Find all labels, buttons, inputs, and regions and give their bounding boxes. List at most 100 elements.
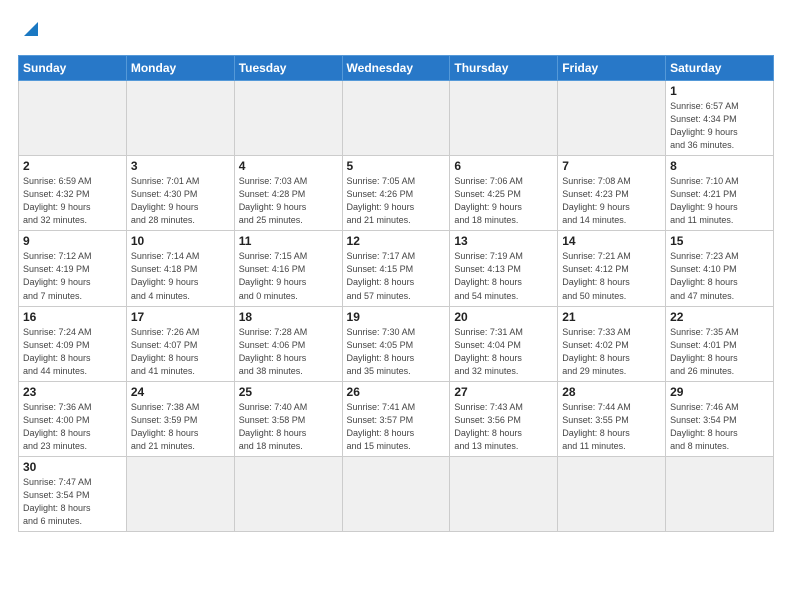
col-header-wednesday: Wednesday — [342, 56, 450, 81]
day-number: 3 — [131, 159, 230, 173]
day-info: Sunrise: 7:36 AMSunset: 4:00 PMDaylight:… — [23, 401, 122, 453]
day-number: 23 — [23, 385, 122, 399]
calendar-cell: 8 Sunrise: 7:10 AMSunset: 4:21 PMDaylight… — [666, 156, 774, 231]
calendar-cell — [558, 456, 666, 531]
day-number: 11 — [239, 234, 338, 248]
day-number: 1 — [670, 84, 769, 98]
day-info: Sunrise: 7:26 AMSunset: 4:07 PMDaylight:… — [131, 326, 230, 378]
calendar-cell: 13 Sunrise: 7:19 AMSunset: 4:13 PMDayligh… — [450, 231, 558, 306]
calendar-cell: 6Sunrise: 7:06 AMSunset: 4:25 PMDaylight… — [450, 156, 558, 231]
header — [18, 18, 774, 47]
day-number: 19 — [347, 310, 446, 324]
day-number: 18 — [239, 310, 338, 324]
day-info: Sunrise: 7:01 AMSunset: 4:30 PMDaylight:… — [131, 175, 230, 227]
calendar-header-row: SundayMondayTuesdayWednesdayThursdayFrid… — [19, 56, 774, 81]
day-info: Sunrise: 7:15 AMSunset: 4:16 PMDaylight:… — [239, 250, 338, 302]
calendar-cell: 2 Sunrise: 6:59 AMSunset: 4:32 PMDaylight… — [19, 156, 127, 231]
day-info: Sunrise: 7:05 AMSunset: 4:26 PMDaylight:… — [347, 175, 446, 227]
calendar-week-row: 30 Sunrise: 7:47 AMSunset: 3:54 PMDayligh… — [19, 456, 774, 531]
calendar-cell — [666, 456, 774, 531]
calendar-cell: 22Sunrise: 7:35 AMSunset: 4:01 PMDayligh… — [666, 306, 774, 381]
calendar-cell: 9Sunrise: 7:12 AMSunset: 4:19 PMDaylight… — [19, 231, 127, 306]
day-number: 4 — [239, 159, 338, 173]
day-info: Sunrise: 7:12 AMSunset: 4:19 PMDaylight:… — [23, 250, 122, 302]
calendar-cell: 14 Sunrise: 7:21 AMSunset: 4:12 PMDayligh… — [558, 231, 666, 306]
calendar-week-row: 1 Sunrise: 6:57 AMSunset: 4:34 PMDaylight… — [19, 81, 774, 156]
calendar-cell — [19, 81, 127, 156]
day-number: 13 — [454, 234, 553, 248]
calendar-cell: 15Sunrise: 7:23 AMSunset: 4:10 PMDayligh… — [666, 231, 774, 306]
calendar-cell: 25 Sunrise: 7:40 AMSunset: 3:58 PMDayligh… — [234, 381, 342, 456]
day-number: 16 — [23, 310, 122, 324]
day-number: 30 — [23, 460, 122, 474]
day-number: 27 — [454, 385, 553, 399]
day-info: Sunrise: 7:28 AMSunset: 4:06 PMDaylight:… — [239, 326, 338, 378]
calendar-week-row: 16 Sunrise: 7:24 AMSunset: 4:09 PMDayligh… — [19, 306, 774, 381]
calendar-cell: 21Sunrise: 7:33 AMSunset: 4:02 PMDayligh… — [558, 306, 666, 381]
day-info: Sunrise: 6:59 AMSunset: 4:32 PMDaylight:… — [23, 175, 122, 227]
day-info: Sunrise: 7:14 AMSunset: 4:18 PMDaylight:… — [131, 250, 230, 302]
col-header-sunday: Sunday — [19, 56, 127, 81]
calendar-cell — [234, 456, 342, 531]
day-number: 7 — [562, 159, 661, 173]
day-info: Sunrise: 6:57 AMSunset: 4:34 PMDaylight:… — [670, 100, 769, 152]
calendar-cell — [234, 81, 342, 156]
col-header-friday: Friday — [558, 56, 666, 81]
calendar-week-row: 23 Sunrise: 7:36 AMSunset: 4:00 PMDayligh… — [19, 381, 774, 456]
calendar-cell: 30 Sunrise: 7:47 AMSunset: 3:54 PMDayligh… — [19, 456, 127, 531]
day-number: 14 — [562, 234, 661, 248]
day-info: Sunrise: 7:23 AMSunset: 4:10 PMDaylight:… — [670, 250, 769, 302]
calendar-cell: 4Sunrise: 7:03 AMSunset: 4:28 PMDaylight… — [234, 156, 342, 231]
day-info: Sunrise: 7:41 AMSunset: 3:57 PMDaylight:… — [347, 401, 446, 453]
day-number: 29 — [670, 385, 769, 399]
day-info: Sunrise: 7:44 AMSunset: 3:55 PMDaylight:… — [562, 401, 661, 453]
calendar-cell — [558, 81, 666, 156]
day-info: Sunrise: 7:24 AMSunset: 4:09 PMDaylight:… — [23, 326, 122, 378]
calendar-cell: 20Sunrise: 7:31 AMSunset: 4:04 PMDayligh… — [450, 306, 558, 381]
day-info: Sunrise: 7:38 AMSunset: 3:59 PMDaylight:… — [131, 401, 230, 453]
day-number: 28 — [562, 385, 661, 399]
calendar-cell: 12Sunrise: 7:17 AMSunset: 4:15 PMDayligh… — [342, 231, 450, 306]
calendar-cell: 11 Sunrise: 7:15 AMSunset: 4:16 PMDayligh… — [234, 231, 342, 306]
day-info: Sunrise: 7:10 AMSunset: 4:21 PMDaylight:… — [670, 175, 769, 227]
calendar-cell — [450, 81, 558, 156]
calendar-cell: 24 Sunrise: 7:38 AMSunset: 3:59 PMDayligh… — [126, 381, 234, 456]
logo — [18, 18, 42, 47]
calendar-cell — [342, 81, 450, 156]
col-header-thursday: Thursday — [450, 56, 558, 81]
day-info: Sunrise: 7:19 AMSunset: 4:13 PMDaylight:… — [454, 250, 553, 302]
day-number: 5 — [347, 159, 446, 173]
day-number: 25 — [239, 385, 338, 399]
calendar-cell: 23 Sunrise: 7:36 AMSunset: 4:00 PMDayligh… — [19, 381, 127, 456]
calendar-cell: 5 Sunrise: 7:05 AMSunset: 4:26 PMDaylight… — [342, 156, 450, 231]
calendar-week-row: 2 Sunrise: 6:59 AMSunset: 4:32 PMDaylight… — [19, 156, 774, 231]
day-info: Sunrise: 7:08 AMSunset: 4:23 PMDaylight:… — [562, 175, 661, 227]
day-number: 8 — [670, 159, 769, 173]
day-info: Sunrise: 7:46 AMSunset: 3:54 PMDaylight:… — [670, 401, 769, 453]
calendar-cell: 7 Sunrise: 7:08 AMSunset: 4:23 PMDaylight… — [558, 156, 666, 231]
day-number: 12 — [347, 234, 446, 248]
day-info: Sunrise: 7:40 AMSunset: 3:58 PMDaylight:… — [239, 401, 338, 453]
day-number: 2 — [23, 159, 122, 173]
calendar-cell: 29 Sunrise: 7:46 AMSunset: 3:54 PMDayligh… — [666, 381, 774, 456]
day-info: Sunrise: 7:31 AMSunset: 4:04 PMDaylight:… — [454, 326, 553, 378]
day-number: 17 — [131, 310, 230, 324]
calendar-cell — [342, 456, 450, 531]
calendar-cell: 26Sunrise: 7:41 AMSunset: 3:57 PMDayligh… — [342, 381, 450, 456]
day-number: 24 — [131, 385, 230, 399]
calendar-cell: 18 Sunrise: 7:28 AMSunset: 4:06 PMDayligh… — [234, 306, 342, 381]
day-info: Sunrise: 7:47 AMSunset: 3:54 PMDaylight:… — [23, 476, 122, 528]
calendar-cell: 10 Sunrise: 7:14 AMSunset: 4:18 PMDayligh… — [126, 231, 234, 306]
col-header-saturday: Saturday — [666, 56, 774, 81]
calendar-cell: 16 Sunrise: 7:24 AMSunset: 4:09 PMDayligh… — [19, 306, 127, 381]
day-info: Sunrise: 7:06 AMSunset: 4:25 PMDaylight:… — [454, 175, 553, 227]
calendar-week-row: 9Sunrise: 7:12 AMSunset: 4:19 PMDaylight… — [19, 231, 774, 306]
day-info: Sunrise: 7:21 AMSunset: 4:12 PMDaylight:… — [562, 250, 661, 302]
day-info: Sunrise: 7:43 AMSunset: 3:56 PMDaylight:… — [454, 401, 553, 453]
calendar-cell: 27 Sunrise: 7:43 AMSunset: 3:56 PMDayligh… — [450, 381, 558, 456]
day-number: 10 — [131, 234, 230, 248]
calendar-table: SundayMondayTuesdayWednesdayThursdayFrid… — [18, 55, 774, 532]
calendar-cell: 19Sunrise: 7:30 AMSunset: 4:05 PMDayligh… — [342, 306, 450, 381]
day-number: 21 — [562, 310, 661, 324]
calendar-cell: 17 Sunrise: 7:26 AMSunset: 4:07 PMDayligh… — [126, 306, 234, 381]
